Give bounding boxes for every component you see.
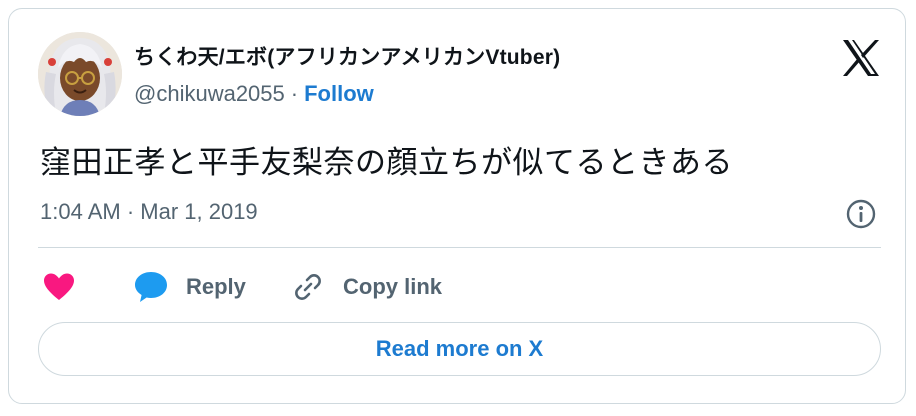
anime-character-avatar-icon [38,32,122,116]
reply-button[interactable]: Reply [133,267,246,307]
follow-link[interactable]: Follow [304,81,374,106]
divider [38,247,881,248]
like-button[interactable] [43,267,75,307]
author-handle-row: @chikuwa2055 · Follow [134,81,374,107]
speech-bubble-icon [135,272,167,302]
read-more-button[interactable]: Read more on X [38,322,881,376]
copy-link-button[interactable]: Copy link [292,267,442,307]
tweet-text: 窪田正孝と平手友梨奈の顔立ちが似てるときある [40,145,733,180]
author-display-name[interactable]: ちくわ天/エボ(アフリカンアメリカンVtuber) [134,41,560,71]
read-more-label: Read more on X [375,336,544,361]
avatar[interactable] [38,32,122,116]
x-logo-icon[interactable] [839,36,883,80]
reply-label: Reply [186,274,246,299]
tweet-timestamp[interactable]: 1:04 AM · Mar 1, 2019 [40,199,258,225]
separator-dot: · [290,81,299,106]
author-handle[interactable]: @chikuwa2055 [134,81,285,106]
heart-icon [44,273,74,300]
tweet-card: ちくわ天/エボ(アフリカンアメリカンVtuber) @chikuwa2055 · F… [8,8,906,404]
info-icon[interactable] [845,198,877,230]
copy-link-label: Copy link [343,274,443,299]
link-icon [295,274,321,300]
